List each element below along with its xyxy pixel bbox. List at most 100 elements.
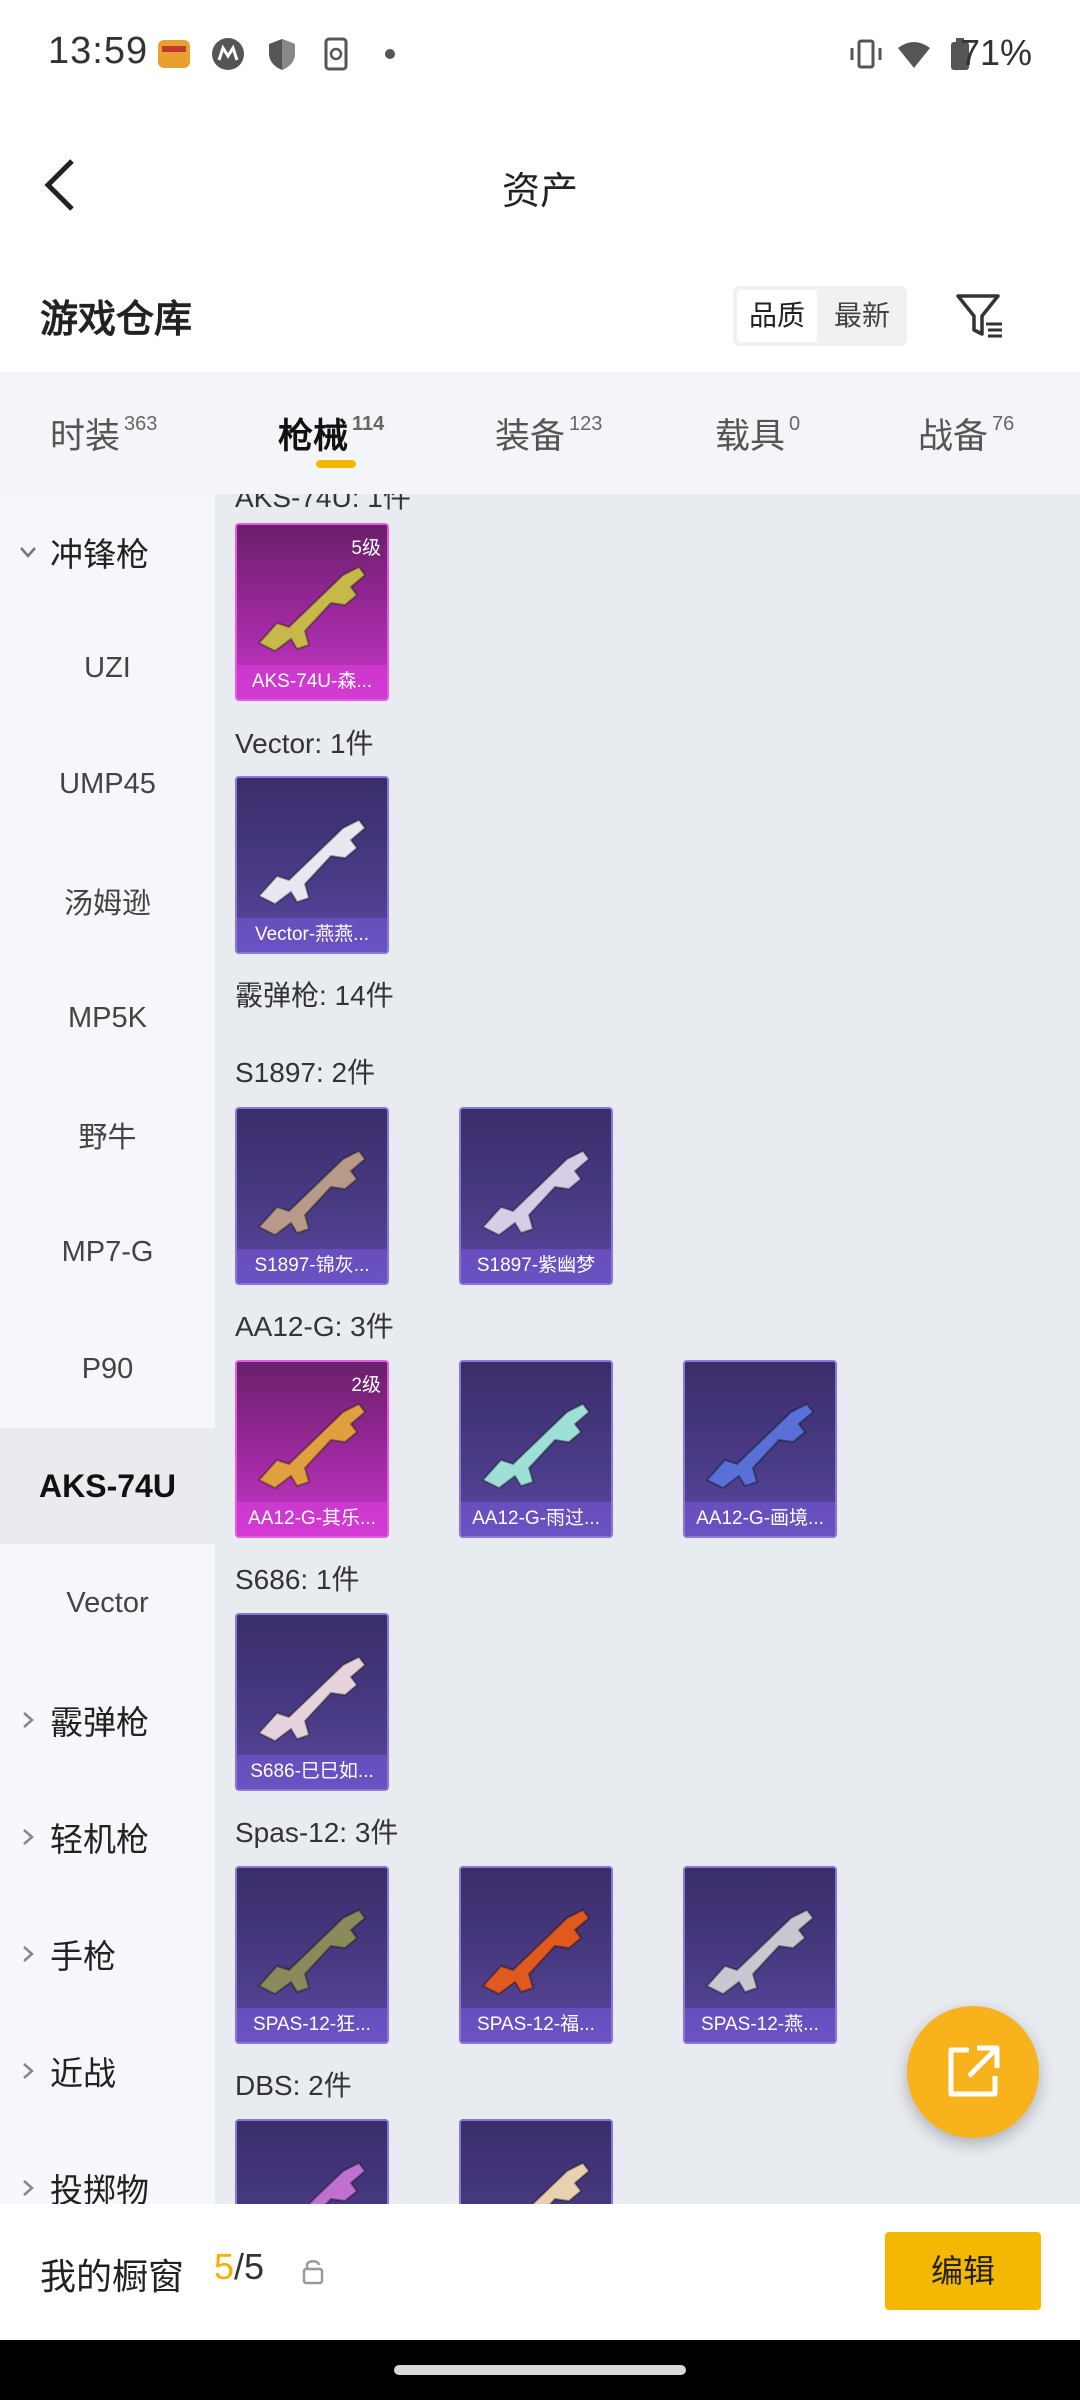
weapon-level-badge: 5级 bbox=[351, 538, 381, 559]
weapon-image bbox=[481, 1149, 591, 1237]
warehouse-title: 游戏仓库 bbox=[40, 299, 193, 341]
weapon-card[interactable]: SPAS-12-燕... bbox=[683, 1866, 837, 2044]
tab-vehicles[interactable]: 载具 0 bbox=[715, 408, 800, 459]
sidebar-group-label: 霰弹枪 bbox=[50, 1704, 149, 1741]
page-title: 资产 bbox=[501, 171, 578, 213]
showcase-count-total: /5 bbox=[234, 2246, 265, 2287]
sidebar-item-ump45[interactable]: UMP45 bbox=[0, 726, 215, 842]
weapon-card[interactable]: SPAS-12-狂... bbox=[235, 1866, 389, 2044]
sidebar-group-pistol[interactable]: 手枪 bbox=[0, 1896, 215, 2012]
sort-newest-button[interactable]: 最新 bbox=[821, 290, 903, 342]
tab-label: 枪械 bbox=[278, 417, 349, 456]
warehouse-header: 游戏仓库 品质 最新 bbox=[0, 260, 1080, 372]
chevron-right-icon bbox=[18, 1827, 38, 1847]
system-nav-bar bbox=[0, 2340, 1080, 2400]
tab-label: 战备 bbox=[918, 417, 989, 456]
chevron-right-icon bbox=[18, 2061, 38, 2081]
section-label: 霰弹枪: 14件 bbox=[235, 980, 394, 1011]
weapon-sidebar: 冲锋枪 UZI UMP45 汤姆逊 MP5K 野牛 MP7-G P90 AKS-… bbox=[0, 494, 215, 2204]
weapon-card[interactable]: SPAS-12-福... bbox=[459, 1866, 613, 2044]
weapon-name: Vector-燕燕... bbox=[237, 918, 387, 952]
weapon-card[interactable]: S1897-锦灰... bbox=[235, 1107, 389, 1285]
filter-button[interactable] bbox=[950, 286, 1010, 346]
share-fab-button[interactable] bbox=[907, 2006, 1039, 2138]
chevron-right-icon bbox=[18, 1710, 38, 1730]
weapon-image bbox=[257, 565, 367, 653]
showcase-count: 5/5 bbox=[214, 2246, 264, 2288]
filter-icon bbox=[956, 294, 1002, 338]
sidebar-item-mp7g[interactable]: MP7-G bbox=[0, 1194, 215, 1310]
section-label: S1897: 2件 bbox=[235, 1057, 376, 1088]
weapon-name: SPAS-12-福... bbox=[461, 2008, 611, 2042]
weapon-image bbox=[531, 2161, 591, 2204]
sidebar-group-shotgun[interactable]: 霰弹枪 bbox=[0, 1662, 215, 1778]
sidebar-group-label: 轻机枪 bbox=[50, 1821, 149, 1858]
category-tabs: 时装 363 枪械 114 装备 123 载具 0 战备 76 bbox=[0, 372, 1080, 494]
sidebar-item-thompson[interactable]: 汤姆逊 bbox=[0, 843, 215, 959]
weapon-name: SPAS-12-狂... bbox=[237, 2008, 387, 2042]
weapon-card[interactable]: S686-巳巳如... bbox=[235, 1613, 389, 1791]
sidebar-item-p90[interactable]: P90 bbox=[0, 1311, 215, 1427]
sidebar-item-mp5k[interactable]: MP5K bbox=[0, 960, 215, 1076]
edit-button[interactable]: 编辑 bbox=[885, 2232, 1041, 2310]
weapon-card[interactable]: Vector-燕燕... bbox=[235, 776, 389, 954]
phone-sync-icon bbox=[318, 36, 354, 72]
section-label: Vector: 1件 bbox=[235, 728, 374, 759]
tab-fashion[interactable]: 时装 363 bbox=[50, 408, 157, 459]
weapon-card[interactable]: 5级 AKS-74U-森... bbox=[235, 523, 389, 701]
tab-label: 载具 bbox=[715, 417, 786, 456]
chevron-right-icon bbox=[18, 1944, 38, 1964]
weapon-name: AKS-74U-森... bbox=[237, 665, 387, 699]
app-bar: 资产 bbox=[0, 110, 1080, 260]
active-tab-indicator bbox=[316, 460, 356, 468]
sidebar-group-lmg[interactable]: 轻机枪 bbox=[0, 1779, 215, 1895]
sidebar-item-vector[interactable]: Vector bbox=[0, 1545, 215, 1661]
weapon-image bbox=[257, 1149, 367, 1237]
weapon-card[interactable]: 2级 AA12-G-其乐... bbox=[235, 1360, 389, 1538]
sidebar-group-melee[interactable]: 近战 bbox=[0, 2013, 215, 2129]
sidebar-group-smg[interactable]: 冲锋枪 bbox=[0, 494, 215, 610]
sort-toggle: 品质 最新 bbox=[733, 286, 907, 346]
game-notification-icon bbox=[156, 36, 192, 72]
weapon-name: SPAS-12-燕... bbox=[685, 2008, 835, 2042]
weapon-level-badge: 2级 bbox=[351, 1375, 381, 1396]
weapon-image bbox=[257, 818, 367, 906]
weapon-image bbox=[481, 1908, 591, 1996]
weapon-card[interactable] bbox=[459, 2119, 613, 2204]
battery-percentage: 71% bbox=[959, 32, 1032, 73]
status-time: 13:59 bbox=[48, 30, 149, 72]
weapon-image bbox=[705, 1908, 815, 1996]
chevron-right-icon bbox=[18, 2178, 38, 2198]
weapon-image bbox=[307, 2161, 367, 2204]
sort-quality-button[interactable]: 品质 bbox=[737, 290, 817, 342]
weapon-card[interactable]: AA12-G-雨过... bbox=[459, 1360, 613, 1538]
weapon-list: AKS-74U: 1件 5级 AKS-74U-森... Vector: 1件 Ve… bbox=[215, 494, 1080, 2204]
section-label: DBS: 2件 bbox=[235, 2070, 352, 2101]
tab-equipment[interactable]: 装备 123 bbox=[495, 408, 602, 459]
weapon-card[interactable]: S1897-紫幽梦 bbox=[459, 1107, 613, 1285]
weapon-name: AA12-G-画境... bbox=[685, 1502, 835, 1536]
wifi-icon bbox=[896, 36, 932, 72]
weapon-card[interactable] bbox=[235, 2119, 389, 2204]
sidebar-item-uzi[interactable]: UZI bbox=[0, 610, 215, 726]
weapon-image bbox=[257, 1655, 367, 1743]
sidebar-item-aks74u[interactable]: AKS-74U bbox=[0, 1428, 215, 1544]
weapon-card[interactable]: AA12-G-画境... bbox=[683, 1360, 837, 1538]
sidebar-group-label: 冲锋枪 bbox=[50, 536, 149, 573]
tab-count: 123 bbox=[569, 413, 603, 435]
section-label: S686: 1件 bbox=[235, 1564, 360, 1595]
chevron-down-icon bbox=[18, 542, 38, 562]
home-gesture-handle[interactable] bbox=[394, 2365, 686, 2375]
showcase-label: 我的橱窗 bbox=[40, 2256, 185, 2297]
weapon-name: AA12-G-雨过... bbox=[461, 1502, 611, 1536]
sidebar-group-throwable[interactable]: 投掷物 bbox=[0, 2130, 215, 2204]
tab-count: 76 bbox=[992, 413, 1015, 435]
tab-battle-gear[interactable]: 战备 76 bbox=[918, 408, 1014, 459]
tab-guns[interactable]: 枪械 114 bbox=[278, 408, 384, 459]
section-label: AKS-74U: 1件 bbox=[235, 494, 411, 513]
weapon-image bbox=[705, 1402, 815, 1490]
sidebar-group-label: 投掷物 bbox=[50, 2172, 149, 2204]
weapon-name: S1897-锦灰... bbox=[237, 1249, 387, 1283]
sidebar-item-bizon[interactable]: 野牛 bbox=[0, 1077, 215, 1193]
weapon-name: S1897-紫幽梦 bbox=[461, 1249, 611, 1283]
